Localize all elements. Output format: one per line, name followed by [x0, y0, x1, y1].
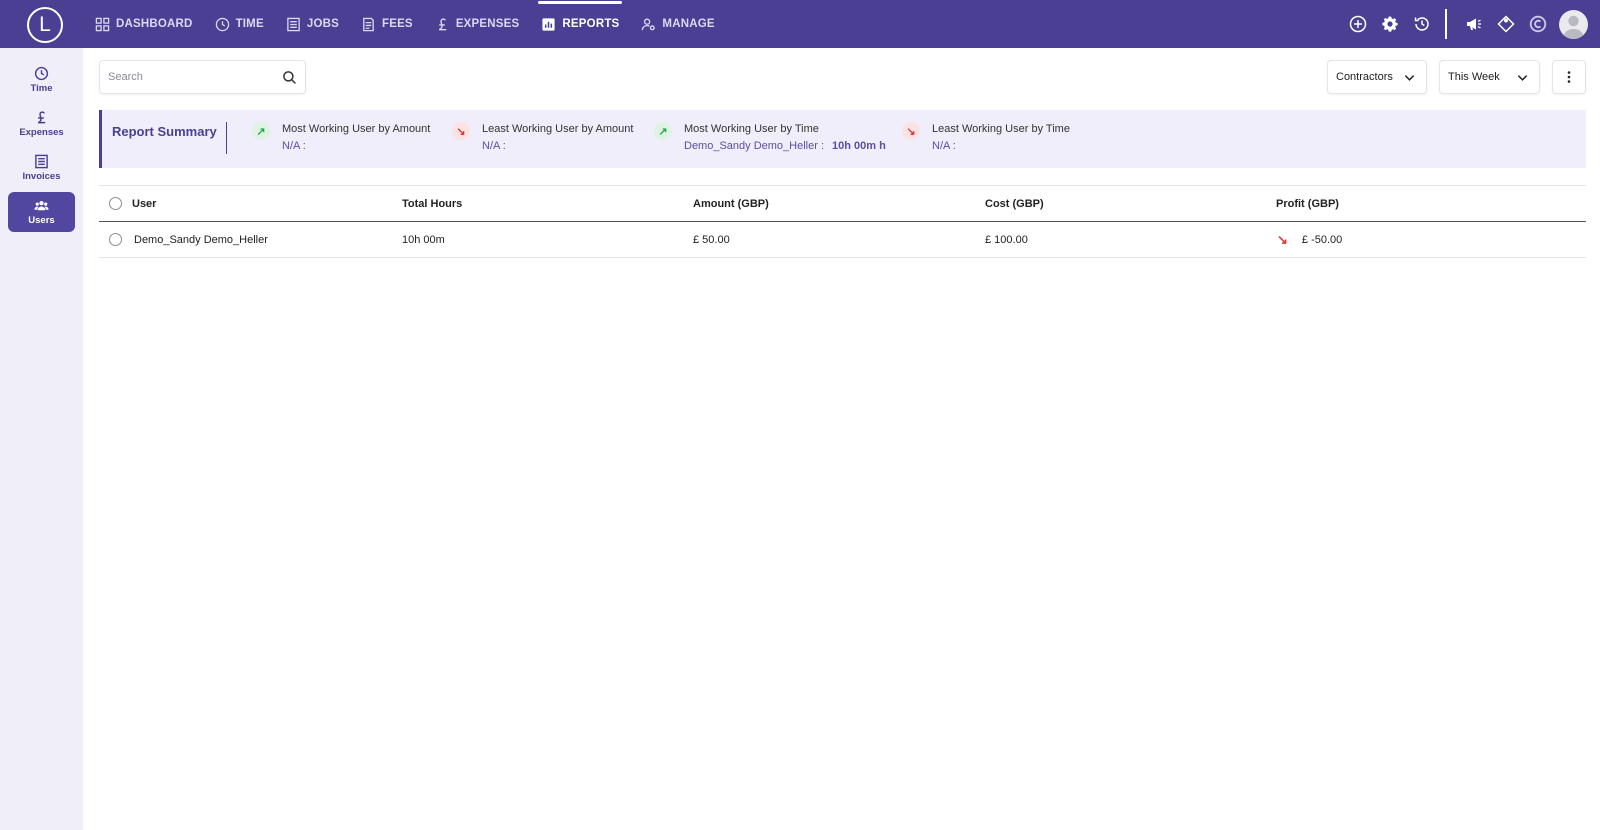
select-all-cell	[109, 186, 122, 221]
cell-cost: £ 100.00	[985, 233, 1028, 246]
user-gear-icon	[642, 17, 656, 30]
add-button[interactable]	[1343, 9, 1373, 39]
column-header-total-hours[interactable]: Total Hours	[402, 186, 462, 221]
column-header-profit[interactable]: Profit (GBP)	[1276, 186, 1339, 221]
report-summary: Report Summary ↗ Most Working User by Am…	[99, 110, 1586, 168]
sidebar-item-expenses[interactable]: Expenses	[8, 104, 75, 144]
document-icon	[363, 17, 374, 31]
period-filter-dropdown[interactable]: This Week	[1439, 60, 1540, 94]
search-box	[99, 60, 306, 94]
metric-value: N/A :	[282, 140, 306, 152]
pound-icon	[37, 111, 46, 124]
tags-button[interactable]	[1491, 9, 1521, 39]
nav-reports[interactable]: REPORTS	[538, 0, 623, 48]
c-app-button[interactable]	[1523, 9, 1553, 39]
summary-divider	[226, 122, 227, 154]
cell-profit: ↘ £ -50.00	[1277, 222, 1342, 257]
metric-label: Most Working User by Amount	[282, 123, 431, 135]
table-header: User Total Hours Amount (GBP) Cost (GBP)…	[99, 185, 1586, 222]
nav-jobs[interactable]: JOBS	[286, 0, 339, 48]
search-icon[interactable]	[282, 70, 297, 85]
loss-arrow-icon: ↘	[1277, 231, 1288, 247]
app-logo[interactable]: L	[27, 7, 63, 43]
trend-up-icon: ↗	[252, 122, 270, 140]
cell-profit-value: £ -50.00	[1301, 233, 1343, 246]
bar-chart-icon	[542, 17, 556, 31]
row-select-cell	[109, 222, 122, 257]
metric-value: N/A :	[482, 140, 506, 152]
sidebar-item-label: Users	[28, 215, 55, 226]
sidebar-item-label: Time	[30, 83, 53, 94]
search-input[interactable]	[108, 71, 282, 83]
clock-icon	[34, 66, 49, 81]
person-icon	[1563, 15, 1584, 39]
summary-title: Report Summary	[112, 124, 217, 139]
sidebar-item-invoices[interactable]: Invoices	[8, 148, 75, 188]
top-right-icons	[1341, 0, 1588, 48]
trend-down-icon: ↘	[902, 122, 920, 140]
group-filter-value: Contractors	[1336, 71, 1393, 83]
add-circle-icon	[1349, 15, 1367, 33]
nav-dashboard-label: DASHBOARD	[116, 18, 193, 30]
sidebar-item-label: Invoices	[22, 171, 61, 182]
cell-amount: £ 50.00	[693, 233, 730, 246]
list-icon	[287, 17, 300, 31]
announcements-button[interactable]	[1459, 9, 1489, 39]
megaphone-icon	[1467, 18, 1481, 30]
trend-down-icon: ↘	[452, 122, 470, 140]
chevron-down-icon	[1517, 74, 1528, 81]
nav-fees[interactable]: FEES	[361, 0, 413, 48]
table-row[interactable]: Demo_Sandy Demo_Heller 10h 00m £ 50.00 £…	[99, 222, 1586, 258]
sidebar-item-users[interactable]: Users	[8, 192, 75, 232]
history-icon	[1414, 17, 1429, 31]
users-icon	[34, 201, 49, 211]
metric-label: Most Working User by Time	[684, 123, 819, 135]
nav-reports-label: REPORTS	[562, 18, 620, 30]
select-all-checkbox[interactable]	[109, 197, 122, 210]
nav-dashboard[interactable]: DASHBOARD	[95, 0, 193, 48]
settings-button[interactable]	[1375, 9, 1405, 39]
users-report-table: User Total Hours Amount (GBP) Cost (GBP)…	[99, 185, 1586, 258]
column-header-user[interactable]: User	[132, 186, 156, 221]
nav-time-label: TIME	[235, 18, 264, 30]
sidebar-item-label: Expenses	[19, 127, 64, 138]
tag-icon	[1497, 15, 1515, 33]
nav-expenses-label: EXPENSES	[455, 18, 520, 30]
grid-icon	[95, 17, 110, 31]
settings-icon	[1382, 16, 1398, 32]
group-filter-dropdown[interactable]: Contractors	[1327, 60, 1427, 94]
more-options-button[interactable]	[1552, 60, 1586, 94]
main-nav: DASHBOARD TIME JOBS FEES EXPENSES REPORT…	[95, 0, 737, 48]
chevron-down-icon	[1404, 74, 1415, 81]
nav-jobs-label: JOBS	[306, 18, 339, 30]
row-checkbox[interactable]	[109, 233, 122, 246]
metric-label: Least Working User by Time	[932, 123, 1070, 135]
nav-manage[interactable]: MANAGE	[641, 0, 715, 48]
nav-fees-label: FEES	[381, 18, 413, 30]
column-header-amount[interactable]: Amount (GBP)	[693, 186, 769, 221]
top-navigation-bar: L DASHBOARD TIME JOBS FEES EXPENSES REPO…	[0, 0, 1600, 48]
metric-extra: 10h 00m h	[832, 140, 886, 152]
user-avatar[interactable]	[1559, 9, 1588, 39]
invoice-icon	[35, 154, 48, 169]
history-button[interactable]	[1407, 9, 1437, 39]
nav-expenses[interactable]: EXPENSES	[435, 0, 520, 48]
period-filter-value: This Week	[1448, 71, 1500, 83]
clock-icon	[215, 17, 229, 31]
cell-user: Demo_Sandy Demo_Heller	[134, 233, 268, 246]
toolbar-divider	[1445, 9, 1447, 39]
metric-value: N/A :	[932, 140, 956, 152]
metric-label: Least Working User by Amount	[482, 123, 634, 135]
sidebar-item-time[interactable]: Time	[8, 60, 75, 100]
trend-up-icon: ↗	[654, 122, 672, 140]
nav-time[interactable]: TIME	[215, 0, 264, 48]
c-logo-icon	[1529, 15, 1547, 33]
metric-value: Demo_Sandy Demo_Heller :10h 00m h	[684, 140, 886, 152]
pound-icon	[438, 17, 447, 30]
nav-manage-label: MANAGE	[662, 18, 715, 30]
cell-total-hours: 10h 00m	[402, 233, 445, 246]
more-vertical-icon	[1567, 71, 1571, 83]
column-header-cost[interactable]: Cost (GBP)	[985, 186, 1044, 221]
left-sidebar: Time Expenses Invoices Users	[0, 48, 83, 830]
